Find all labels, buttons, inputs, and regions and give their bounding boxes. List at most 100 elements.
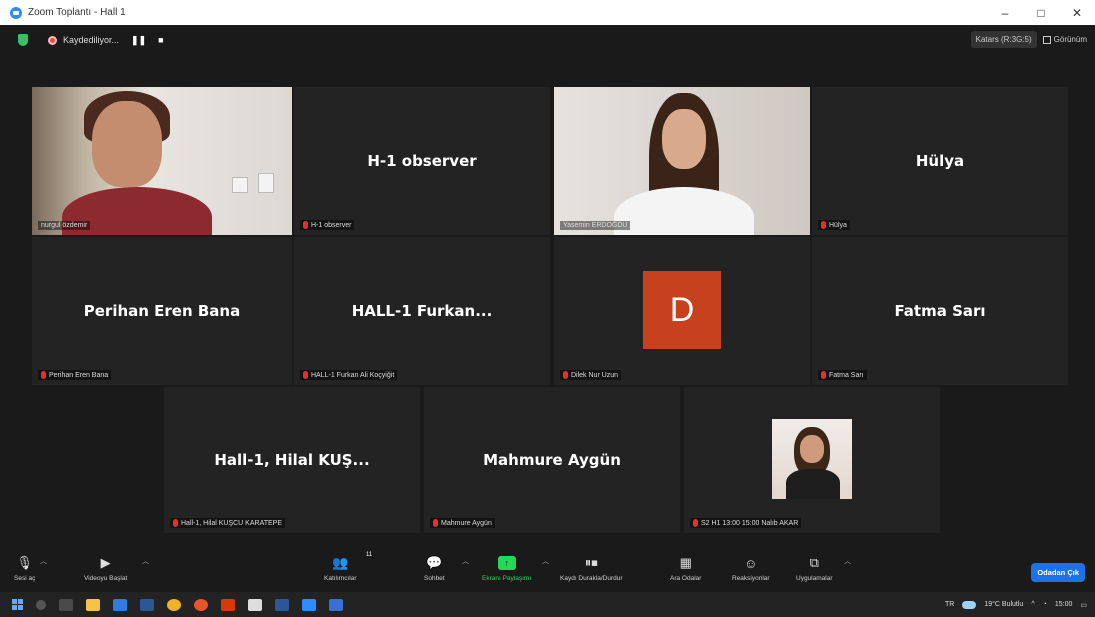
maximize-button[interactable]: □	[1023, 0, 1059, 25]
muted-mic-icon	[303, 371, 308, 379]
participant-name-label: HALL-1 Furkan Ali Koçyiğit	[300, 370, 398, 380]
participant-center-name: Fatma Sarı	[894, 302, 986, 320]
unmute-button[interactable]: 🎙 Sesi aç	[14, 554, 35, 582]
acrobat-icon[interactable]	[221, 598, 235, 611]
windows-start-icon[interactable]	[12, 599, 23, 610]
chrome-icon[interactable]	[167, 598, 181, 611]
participant-name-label: S2 H1 13:00 15:00 Nalıb AKAR	[690, 518, 802, 528]
stop-recording-icon[interactable]: ■	[158, 35, 163, 45]
video-off-icon: ▶︎	[100, 555, 111, 570]
language-indicator[interactable]: TR	[945, 601, 954, 608]
video-tile-h1-observer[interactable]: H-1 observer H-1 observer	[294, 87, 550, 235]
view-label: Görünüm	[1053, 35, 1087, 44]
apps-options-chevron-icon[interactable]: ︿	[844, 556, 851, 566]
video-tile-nurgul[interactable]: nurgul özdemir	[32, 87, 292, 235]
audio-options-chevron-icon[interactable]: ︿	[40, 556, 47, 566]
muted-mic-icon	[433, 519, 438, 527]
chat-button[interactable]: 💬 Sohbet	[424, 554, 445, 582]
video-tile-furkan[interactable]: HALL-1 Furkan... HALL-1 Furkan Ali Koçyi…	[294, 237, 550, 385]
muted-mic-icon	[563, 371, 568, 379]
edge-icon[interactable]	[113, 598, 127, 611]
window-title: Zoom Toplantı - Hall 1	[28, 7, 126, 18]
task-view-icon[interactable]	[59, 598, 73, 611]
video-tile-mahmure[interactable]: Mahmure Aygün Mahmure Aygün	[424, 387, 680, 533]
participant-center-name: Mahmure Aygün	[483, 451, 621, 469]
close-button[interactable]: ✕	[1059, 0, 1095, 25]
reactions-icon: ☺	[744, 555, 758, 571]
participant-name-label: Dilek Nur Uzun	[560, 370, 622, 380]
pause-recording-icon[interactable]: ❚❚	[131, 35, 146, 46]
participant-name-label: nurgul özdemir	[38, 221, 91, 230]
video-tile-hulya[interactable]: Hülya Hülya	[812, 87, 1068, 235]
windows-taskbar: TR 19°C Bulutlu ^ ◔ 15:00 ▭	[0, 592, 1095, 617]
store-icon[interactable]	[140, 598, 154, 611]
security-shield-icon[interactable]	[18, 34, 28, 46]
participant-face	[662, 109, 706, 169]
window-titlebar: Zoom Toplantı - Hall 1 – □ ✕	[0, 0, 1095, 25]
participant-center-name: Perihan Eren Bana	[83, 302, 241, 320]
search-icon[interactable]	[36, 599, 46, 610]
pause-stop-recording-button[interactable]: ⏸⏹ Kaydı Durakla/Durdur	[560, 554, 623, 582]
participants-button[interactable]: 👥 Katılımcılar	[324, 554, 357, 582]
share-screen-button[interactable]: ↑ Ekranı Paylaşımı	[482, 554, 531, 582]
apps-icon: ⧉	[809, 555, 819, 570]
participant-name-label: Perihan Eren Bana	[38, 370, 112, 380]
reactions-button[interactable]: ☺ Reaksiyonlar	[732, 554, 770, 583]
video-tile-dilek[interactable]: D Dilek Nur Uzun	[554, 237, 810, 385]
word-icon[interactable]	[275, 598, 289, 611]
view-button[interactable]: Görünüm	[1042, 35, 1087, 44]
tray-chevron-icon[interactable]: ^	[1031, 601, 1034, 608]
participant-name-label: Hülya	[818, 220, 850, 230]
system-tray: TR 19°C Bulutlu ^ ◔ 15:00 ▭	[945, 592, 1087, 617]
network-icon[interactable]: ◔	[1043, 601, 1047, 608]
file-explorer-icon[interactable]	[86, 598, 100, 611]
notepad-icon[interactable]	[248, 598, 262, 611]
apps-button[interactable]: ⧉ Uygulamalar	[796, 554, 833, 582]
video-tile-yasemin[interactable]: Yasemin ERDOĞDU	[554, 87, 810, 235]
weather-cloud-icon	[962, 600, 977, 609]
wall-socket	[232, 177, 248, 193]
participant-name-label: Hall-1, Hilal KUŞCU KARATEPE	[170, 518, 286, 528]
meeting-toolbar: 🎙 Sesi aç ︿ ▶︎ Videoyu Başlat ︿ 👥 Katılı…	[0, 550, 1095, 592]
participants-count: 11	[366, 552, 373, 558]
start-video-button[interactable]: ▶︎ Videoyu Başlat	[84, 554, 127, 582]
minimize-button[interactable]: –	[987, 0, 1023, 25]
participant-name-label: H-1 observer	[300, 220, 355, 230]
share-screen-icon: ↑	[497, 556, 516, 570]
video-tile-hilal[interactable]: Hall-1, Hilal KUŞ... Hall-1, Hilal KUŞCU…	[164, 387, 420, 533]
weather-label[interactable]: 19°C Bulutlu	[984, 601, 1023, 608]
participant-center-name: HALL-1 Furkan...	[351, 302, 493, 320]
video-tile-perihan[interactable]: Perihan Eren Bana Perihan Eren Bana	[32, 237, 292, 385]
breakout-rooms-button[interactable]: ▦ Ara Odalar	[670, 554, 701, 582]
taskbar-app-icon[interactable]	[329, 598, 343, 611]
muted-mic-icon	[41, 371, 46, 379]
grid-view-icon	[1042, 35, 1051, 44]
zoom-app-icon	[10, 6, 22, 19]
video-options-chevron-icon[interactable]: ︿	[142, 556, 149, 566]
participants-icon: 👥	[332, 555, 349, 570]
firefox-icon[interactable]	[194, 598, 208, 611]
clock[interactable]: 15:00	[1055, 601, 1073, 608]
start-video-label: Videoyu Başlat	[84, 575, 128, 582]
zoom-taskbar-icon[interactable]	[302, 598, 316, 611]
muted-mic-icon	[821, 221, 826, 229]
leave-room-button[interactable]: Odadan Çık	[1031, 563, 1085, 582]
chat-options-chevron-icon[interactable]: ︿	[462, 556, 469, 566]
video-tile-fatma[interactable]: Fatma Sarı Fatma Sarı	[812, 237, 1068, 385]
apps-label: Uygulamalar	[796, 575, 833, 582]
muted-mic-icon: 🎙	[16, 555, 33, 570]
meeting-topbar: Kaydediliyor... ❚❚ ■ Katars (R:3G:5) Gör…	[0, 25, 1095, 55]
participants-label: Katılımcılar	[324, 575, 357, 582]
share-options-chevron-icon[interactable]: ︿	[542, 556, 549, 566]
notification-icon[interactable]: ▭	[1080, 601, 1087, 609]
chat-label: Sohbet	[424, 575, 445, 582]
breakout-rooms-icon: ▦	[679, 555, 692, 570]
speaker-view-pill[interactable]: Katars (R:3G:5)	[970, 31, 1037, 48]
reactions-label: Reaksiyonlar	[732, 575, 770, 582]
participant-center-name: Hülya	[915, 152, 965, 170]
participant-face	[800, 435, 824, 463]
share-screen-label: Ekranı Paylaşımı	[482, 575, 532, 582]
chat-icon: 💬	[426, 555, 443, 570]
video-tile-nalib[interactable]: S2 H1 13:00 15:00 Nalıb AKAR	[684, 387, 940, 533]
participant-name-label: Mahmure Aygün	[430, 518, 495, 528]
